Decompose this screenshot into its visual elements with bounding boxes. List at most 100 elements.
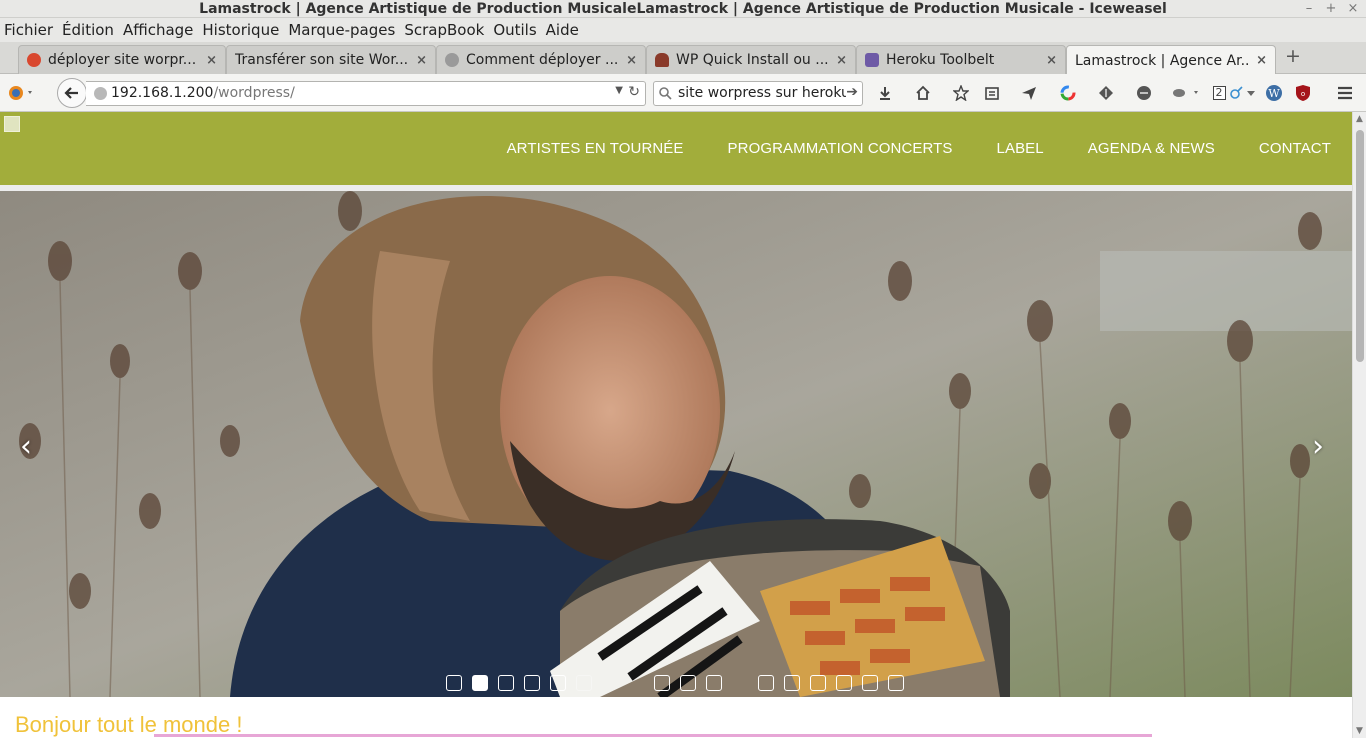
- search-go-icon[interactable]: ➔: [846, 84, 858, 100]
- slider-dot-18[interactable]: [888, 675, 904, 691]
- slider-dot-9[interactable]: [654, 675, 670, 691]
- tab-label: Transférer son site Wor...: [235, 52, 409, 68]
- history-dropdown-icon[interactable]: ▼: [615, 85, 623, 96]
- downloads-icon[interactable]: [873, 81, 897, 105]
- menu-affichage[interactable]: Affichage: [123, 21, 193, 39]
- close-tab-icon[interactable]: ×: [416, 53, 427, 68]
- slider-dot-11[interactable]: [706, 675, 722, 691]
- url-path: /wordpress/: [213, 85, 295, 101]
- badge-count: 2: [1212, 86, 1226, 100]
- slider-dot-17[interactable]: [862, 675, 878, 691]
- menu-fichier[interactable]: Fichier: [4, 21, 53, 39]
- star-burst-icon: [445, 53, 459, 67]
- back-button[interactable]: [57, 78, 87, 108]
- nav-agenda-news[interactable]: AGENDA & NEWS: [1088, 140, 1215, 157]
- tab-lamastrock[interactable]: Lamastrock | Agence Ar... ×: [1066, 45, 1276, 75]
- slider-dot-6[interactable]: [576, 675, 592, 691]
- helmet-icon: [655, 53, 669, 67]
- menu-aide[interactable]: Aide: [546, 21, 579, 39]
- slider-dot-15[interactable]: [810, 675, 826, 691]
- slider-dot-4[interactable]: [524, 675, 540, 691]
- nav-contact[interactable]: CONTACT: [1259, 140, 1331, 157]
- slider-dot-3[interactable]: [498, 675, 514, 691]
- bug-extension-icon[interactable]: [1168, 81, 1204, 105]
- menu-outils[interactable]: Outils: [493, 21, 536, 39]
- menu-bar: Fichier Édition Affichage Historique Mar…: [0, 18, 1366, 42]
- navigation-toolbar: 192.168.1.200/wordpress/ ▼ ↻ site worpre…: [0, 74, 1366, 112]
- colorful-ring-icon[interactable]: [1056, 81, 1080, 105]
- scrollbar-thumb[interactable]: [1356, 130, 1364, 362]
- nav-programmation-concerts[interactable]: PROGRAMMATION CONCERTS: [728, 140, 953, 157]
- search-input[interactable]: site worpress sur heroku: [678, 85, 846, 101]
- reload-icon[interactable]: ↻: [628, 84, 640, 100]
- slider-photo-accordion-player: [0, 191, 1352, 697]
- menu-edition[interactable]: Édition: [62, 21, 114, 39]
- image-slider[interactable]: ‹ ›: [0, 191, 1352, 697]
- window-titlebar: Lamastrock | Agence Artistique de Produc…: [0, 0, 1366, 18]
- nav-label[interactable]: LABEL: [997, 140, 1044, 157]
- page-scrollbar[interactable]: ▲ ▼: [1352, 112, 1366, 738]
- broken-logo-icon[interactable]: [4, 116, 20, 132]
- send-icon[interactable]: [1017, 81, 1041, 105]
- ublock-shield-icon[interactable]: o: [1291, 81, 1315, 105]
- hamburger-menu-icon[interactable]: [1333, 81, 1357, 105]
- dropdown-arrow-icon[interactable]: [1244, 81, 1258, 105]
- window-title: Lamastrock | Agence Artistique de Produc…: [199, 1, 1167, 17]
- tab-transferer-site[interactable]: Transférer son site Wor... ×: [226, 45, 436, 74]
- url-bar[interactable]: 192.168.1.200/wordpress/ ▼ ↻: [86, 81, 646, 106]
- tab-bar: déployer site worpr... × Transférer son …: [0, 42, 1366, 75]
- tab-heroku-toolbelt[interactable]: Heroku Toolbelt ×: [856, 45, 1066, 74]
- wordpress-icon[interactable]: W: [1262, 81, 1286, 105]
- scroll-up-icon[interactable]: ▲: [1356, 114, 1363, 124]
- tab-label: Comment déployer ...: [466, 52, 619, 68]
- slider-prev-arrow[interactable]: ‹: [20, 429, 32, 464]
- home-icon[interactable]: [911, 81, 935, 105]
- slider-next-arrow[interactable]: ›: [1312, 429, 1324, 464]
- maximize-button[interactable]: +: [1324, 0, 1338, 18]
- close-window-button[interactable]: ×: [1346, 0, 1360, 18]
- reading-list-icon[interactable]: [980, 81, 1004, 105]
- tab-comment-deployer[interactable]: Comment déployer ... ×: [436, 45, 646, 74]
- nav-artistes-en-tournee[interactable]: ARTISTES EN TOURNÉE: [507, 140, 684, 157]
- slider-dot-2-active[interactable]: [472, 675, 488, 691]
- slider-dot-5[interactable]: [550, 675, 566, 691]
- web-page: ARTISTES EN TOURNÉE PROGRAMMATION CONCER…: [0, 112, 1352, 738]
- url-text[interactable]: 192.168.1.200/wordpress/: [111, 85, 295, 101]
- search-bar[interactable]: site worpress sur heroku ➔: [653, 81, 863, 106]
- slider-dot-14[interactable]: [784, 675, 800, 691]
- slider-dot-1[interactable]: [446, 675, 462, 691]
- new-tab-button[interactable]: +: [1284, 45, 1302, 67]
- close-tab-icon[interactable]: ×: [626, 53, 637, 68]
- close-tab-icon[interactable]: ×: [1256, 53, 1267, 68]
- svg-text:o: o: [1301, 90, 1305, 98]
- minimize-button[interactable]: –: [1302, 0, 1316, 18]
- slider-dot-10[interactable]: [680, 675, 696, 691]
- slider-dot-13[interactable]: [758, 675, 774, 691]
- heroku-icon: [865, 53, 879, 67]
- menu-historique[interactable]: Historique: [202, 21, 279, 39]
- tab-label: WP Quick Install ou ...: [676, 52, 829, 68]
- slider-pagination: [446, 675, 914, 691]
- scroll-down-icon[interactable]: ▼: [1356, 726, 1363, 736]
- site-nav: ARTISTES EN TOURNÉE PROGRAMMATION CONCER…: [507, 112, 1352, 185]
- window-controls: – + ×: [1302, 0, 1360, 18]
- tab-wp-quick-install[interactable]: WP Quick Install ou ... ×: [646, 45, 856, 74]
- google-icon: [27, 53, 41, 67]
- globe-icon: [94, 87, 107, 100]
- menu-scrapbook[interactable]: ScrapBook: [404, 21, 484, 39]
- search-icon: [659, 87, 672, 100]
- firefox-menu-icon[interactable]: [6, 81, 36, 105]
- diamond-arrow-icon[interactable]: [1094, 81, 1118, 105]
- close-tab-icon[interactable]: ×: [836, 53, 847, 68]
- tab-label: Heroku Toolbelt: [886, 52, 995, 68]
- menu-marque-pages[interactable]: Marque-pages: [288, 21, 395, 39]
- arrow-left-icon: [64, 87, 78, 99]
- close-tab-icon[interactable]: ×: [206, 53, 217, 68]
- url-host: 192.168.1.200: [111, 85, 214, 101]
- bookmark-star-icon[interactable]: [949, 81, 973, 105]
- post-title-underline: [154, 734, 1152, 737]
- tab-deployer-site[interactable]: déployer site worpr... ×: [18, 45, 226, 74]
- chat-bubble-icon[interactable]: [1132, 81, 1156, 105]
- close-tab-icon[interactable]: ×: [1046, 53, 1057, 68]
- slider-dot-16[interactable]: [836, 675, 852, 691]
